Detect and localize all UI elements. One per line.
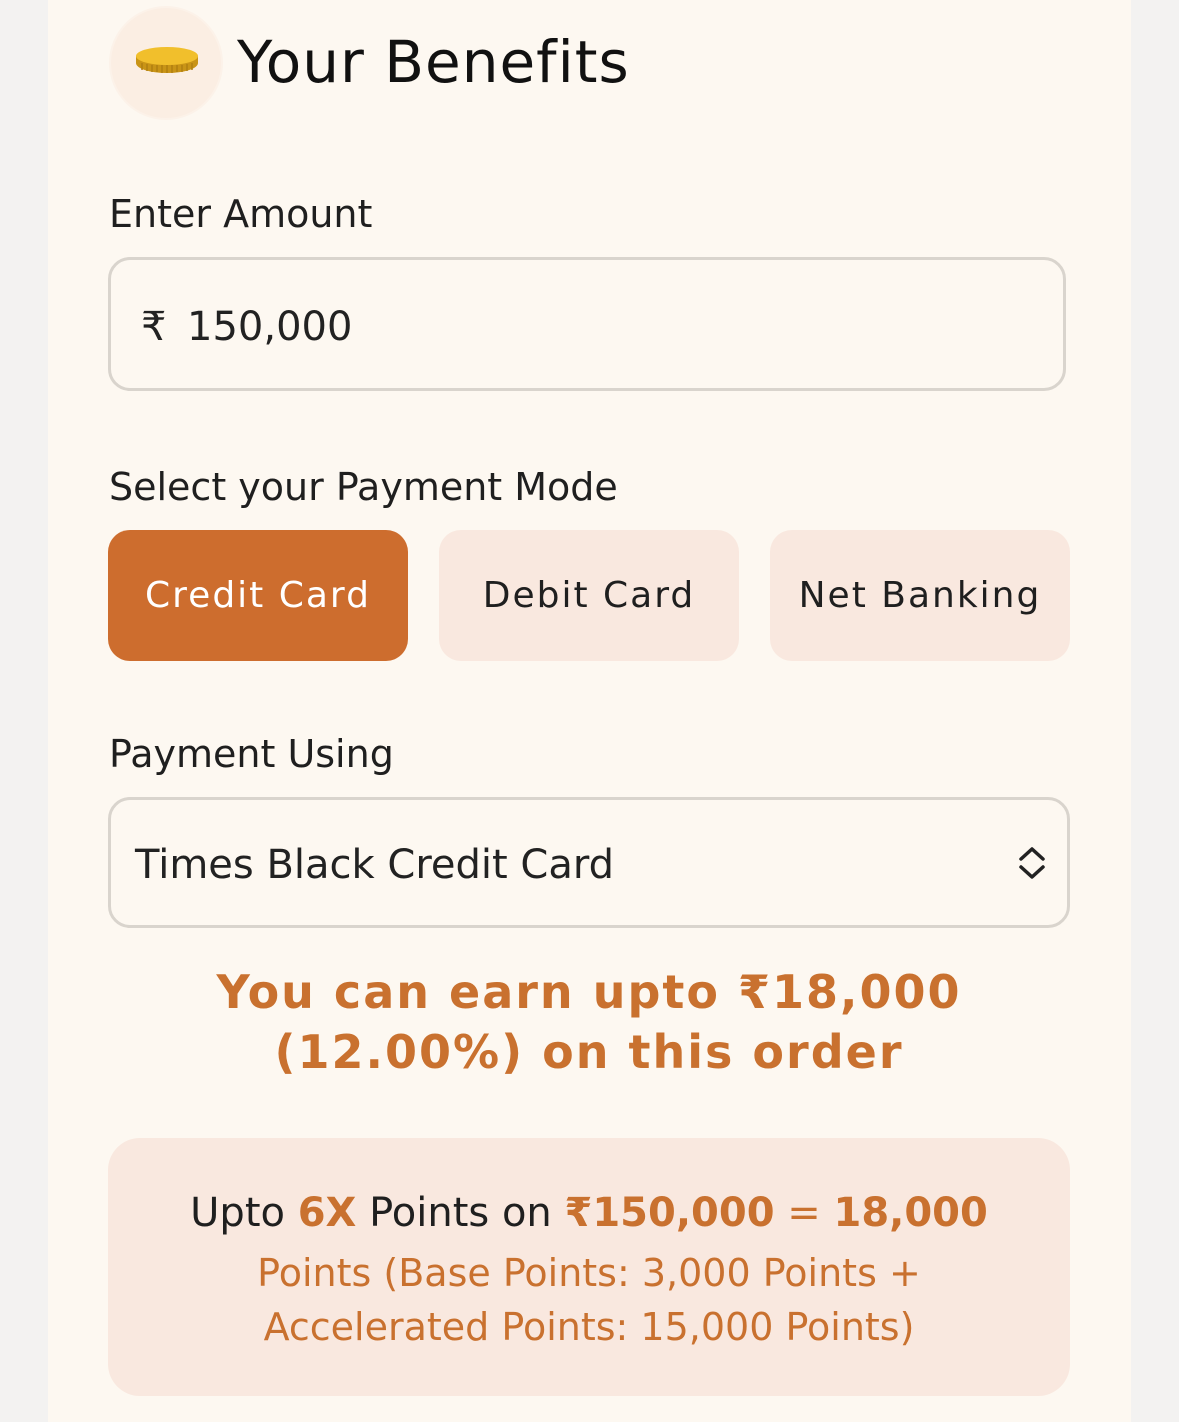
earn-line-2: (12.00%) on this order	[274, 1025, 904, 1079]
page-title: Your Benefits	[237, 28, 630, 96]
points-headline: Upto 6X Points on ₹150,000 = 18,000	[108, 1190, 1070, 1236]
payment-using-select[interactable]: Times Black Credit Card	[108, 797, 1070, 928]
points-middle: Points on	[356, 1190, 565, 1236]
payment-using-label: Payment Using	[109, 732, 394, 776]
amount-label: Enter Amount	[109, 192, 373, 236]
points-detail: Points (Base Points: 3,000 Points + Acce…	[108, 1246, 1070, 1354]
payment-mode-label: Select your Payment Mode	[109, 465, 618, 509]
amount-input[interactable]: ₹ 150,000	[108, 257, 1066, 391]
net-banking-button[interactable]: Net Banking	[770, 530, 1070, 661]
payment-using-value: Times Black Credit Card	[135, 842, 614, 888]
points-detail-line-1: Points (Base Points: 3,000 Points +	[257, 1251, 921, 1295]
points-amount: ₹150,000	[564, 1190, 775, 1236]
debit-card-button[interactable]: Debit Card	[439, 530, 739, 661]
points-detail-line-2: Accelerated Points: 15,000 Points)	[263, 1305, 915, 1349]
earn-line-1: You can earn upto ₹18,000	[216, 965, 962, 1019]
points-breakdown-box: Upto 6X Points on ₹150,000 = 18,000 Poin…	[108, 1138, 1070, 1396]
points-equals: =	[774, 1190, 834, 1236]
chevron-up-down-icon	[1017, 846, 1047, 884]
currency-symbol: ₹	[141, 304, 167, 350]
credit-card-button[interactable]: Credit Card	[108, 530, 408, 661]
amount-value[interactable]: 150,000	[187, 304, 352, 350]
earn-summary: You can earn upto ₹18,000 (12.00%) on th…	[108, 962, 1070, 1082]
points-multiplier: 6X	[297, 1190, 357, 1236]
points-total: 18,000	[833, 1190, 988, 1236]
points-prefix: Upto	[190, 1190, 298, 1236]
coin-icon	[111, 8, 221, 118]
